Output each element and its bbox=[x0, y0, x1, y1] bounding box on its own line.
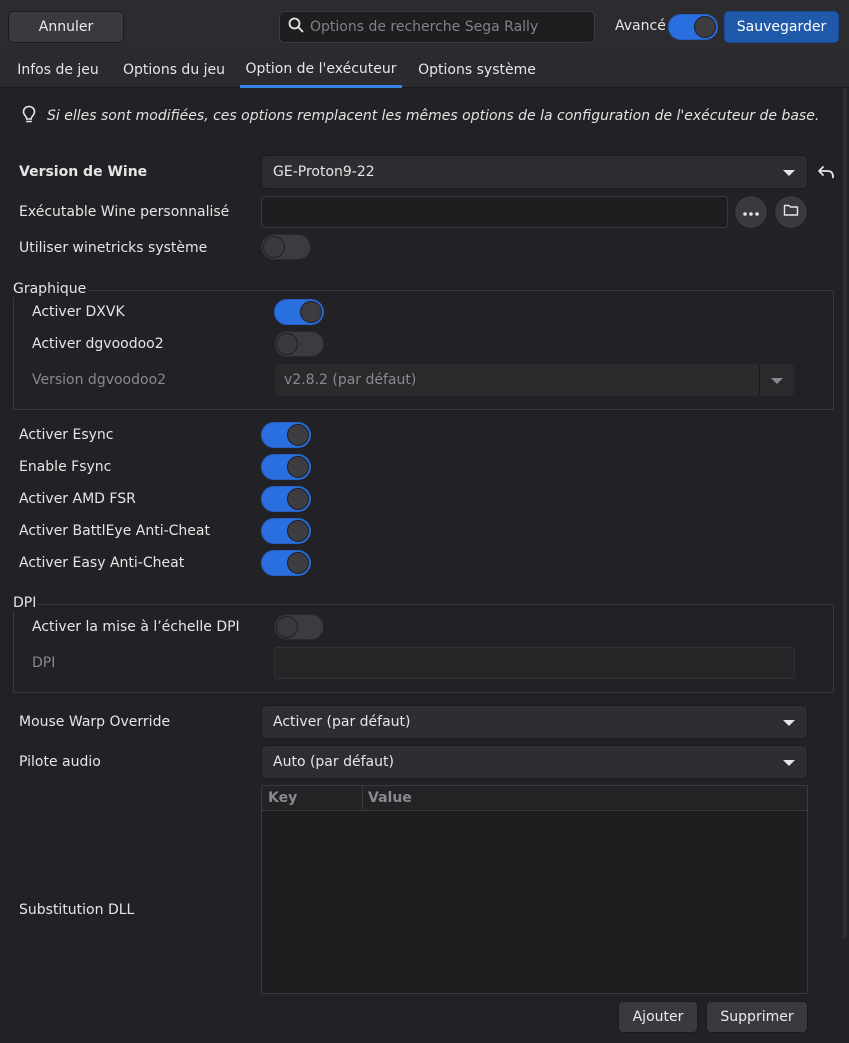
chevron-down-icon bbox=[771, 378, 783, 384]
chevron-down-icon bbox=[783, 720, 795, 726]
save-button[interactable]: Sauvegarder bbox=[724, 11, 839, 43]
fsync-switch[interactable] bbox=[261, 454, 311, 480]
chevron-down-icon bbox=[783, 170, 795, 176]
easy-anticheat-switch[interactable] bbox=[261, 550, 311, 576]
dpi-value-input[interactable] bbox=[274, 647, 795, 679]
runner-options-panel: Si elles sont modifiées, ces options rem… bbox=[0, 88, 849, 1043]
audio-driver-value: Auto (par défaut) bbox=[273, 754, 394, 770]
wine-version-dropdown[interactable]: GE-Proton9-22 bbox=[261, 155, 808, 189]
dxvk-label: Activer DXVK bbox=[32, 304, 125, 320]
battleye-switch[interactable] bbox=[261, 518, 311, 544]
tab-runner-options[interactable]: Option de l'exécuteur bbox=[240, 52, 402, 88]
wine-version-label: Version de Wine bbox=[19, 164, 148, 180]
winetricks-switch[interactable] bbox=[261, 234, 311, 260]
add-dll-button[interactable]: Ajouter bbox=[618, 1001, 698, 1033]
amd-fsr-label: Activer AMD FSR bbox=[19, 491, 136, 507]
search-box[interactable] bbox=[279, 11, 595, 43]
browse-folder-button[interactable] bbox=[774, 195, 808, 229]
dll-override-label: Substitution DLL bbox=[19, 902, 135, 918]
lightbulb-icon bbox=[22, 105, 36, 129]
dpi-scaling-switch[interactable] bbox=[274, 614, 324, 640]
mouse-warp-value: Activer (par défaut) bbox=[273, 714, 411, 730]
advanced-switch[interactable] bbox=[668, 14, 718, 40]
dll-column-value[interactable]: Value bbox=[368, 790, 412, 806]
chevron-down-icon bbox=[783, 760, 795, 766]
override-info-text: Si elles sont modifiées, ces options rem… bbox=[47, 108, 820, 124]
tab-game-options[interactable]: Options du jeu bbox=[116, 52, 232, 88]
esync-label: Activer Esync bbox=[19, 427, 114, 443]
more-options-button[interactable] bbox=[734, 195, 768, 229]
more-horizontal-icon bbox=[743, 204, 759, 220]
reset-icon[interactable] bbox=[817, 165, 835, 183]
esync-switch[interactable] bbox=[261, 422, 311, 448]
wine-version-value: GE-Proton9-22 bbox=[273, 164, 375, 180]
custom-exe-label: Exécutable Wine personnalisé bbox=[19, 204, 230, 220]
dll-override-table[interactable]: Key Value bbox=[261, 785, 808, 994]
header-bar: Annuler Avancé Sauvegarder bbox=[0, 0, 849, 52]
dpi-frame-title: DPI bbox=[13, 595, 39, 611]
dpi-scaling-label: Activer la mise à l’échelle DPI bbox=[32, 619, 240, 635]
dll-column-key[interactable]: Key bbox=[268, 790, 297, 806]
dgvoodoo2-switch[interactable] bbox=[274, 331, 324, 357]
advanced-label: Avancé bbox=[615, 18, 666, 34]
dll-table-header: Key Value bbox=[262, 786, 807, 811]
mouse-warp-dropdown[interactable]: Activer (par défaut) bbox=[261, 705, 808, 739]
dgvoodoo2-version-value: v2.8.2 (par défaut) bbox=[284, 372, 417, 388]
search-icon bbox=[288, 17, 304, 37]
dpi-value-label: DPI bbox=[32, 655, 56, 671]
folder-icon bbox=[783, 203, 799, 221]
scrollbar[interactable] bbox=[843, 88, 847, 938]
remove-dll-button[interactable]: Supprimer bbox=[706, 1001, 808, 1033]
dgvoodoo2-label: Activer dgvoodoo2 bbox=[32, 336, 164, 352]
search-input[interactable] bbox=[310, 19, 590, 35]
dgvoodoo2-version-label: Version dgvoodoo2 bbox=[32, 372, 167, 388]
fsync-label: Enable Fsync bbox=[19, 459, 112, 475]
graphics-frame-title: Graphique bbox=[13, 281, 89, 297]
custom-exe-input[interactable] bbox=[261, 196, 728, 228]
audio-driver-dropdown[interactable]: Auto (par défaut) bbox=[261, 745, 808, 779]
tab-system-options[interactable]: Options système bbox=[410, 52, 544, 88]
dgvoodoo2-version-dropdown[interactable]: v2.8.2 (par défaut) bbox=[274, 363, 795, 397]
battleye-label: Activer BattlEye Anti-Cheat bbox=[19, 523, 210, 539]
dxvk-switch[interactable] bbox=[274, 299, 324, 325]
tab-game-info[interactable]: Infos de jeu bbox=[8, 52, 108, 88]
audio-driver-label: Pilote audio bbox=[19, 754, 101, 770]
mouse-warp-label: Mouse Warp Override bbox=[19, 714, 171, 730]
easy-anticheat-label: Activer Easy Anti-Cheat bbox=[19, 555, 185, 571]
cancel-button[interactable]: Annuler bbox=[8, 11, 124, 43]
amd-fsr-switch[interactable] bbox=[261, 486, 311, 512]
winetricks-label: Utiliser winetricks système bbox=[19, 240, 208, 256]
runner-options-window: Annuler Avancé Sauvegarder Infos de jeu … bbox=[0, 0, 849, 1043]
tab-bar: Infos de jeu Options du jeu Option de l'… bbox=[0, 52, 849, 88]
